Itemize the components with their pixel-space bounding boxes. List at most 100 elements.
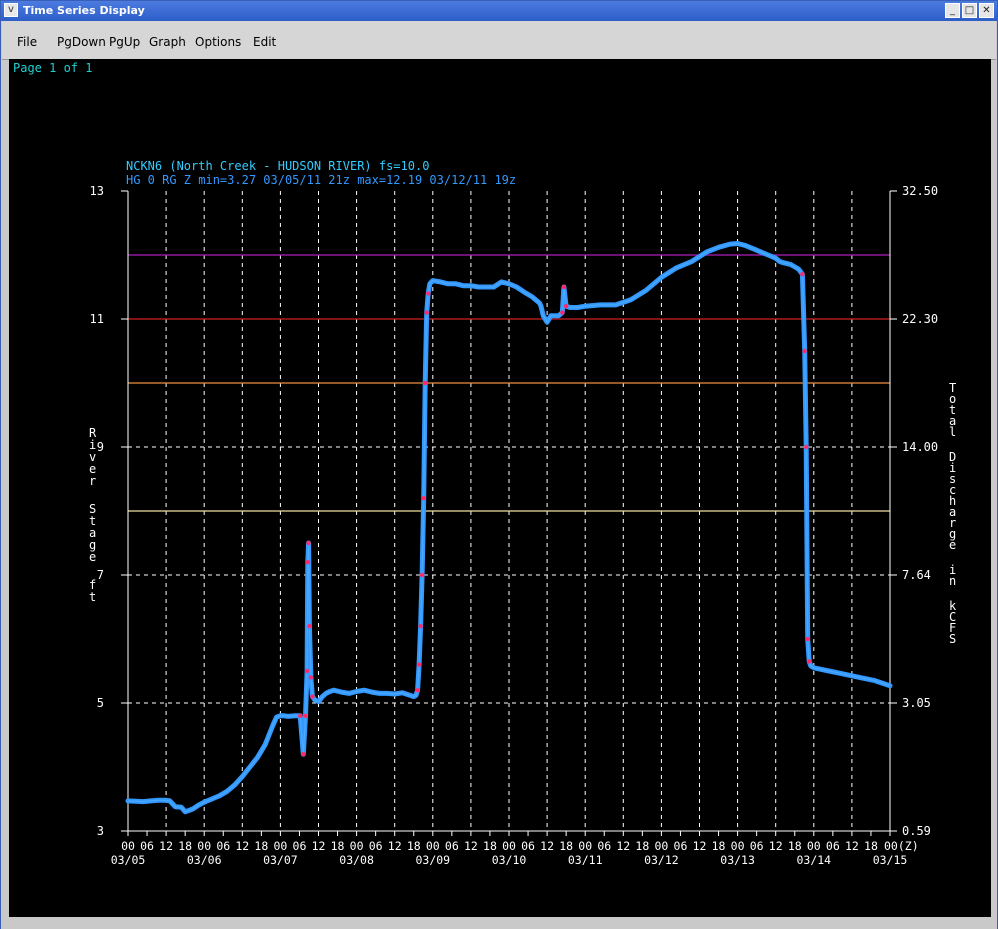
menu-pgup[interactable]: PgUp: [109, 35, 140, 49]
x-date-label: 03/12: [644, 853, 679, 867]
data-point: [424, 310, 429, 315]
y-tick-label: 7: [97, 568, 104, 582]
data-point: [800, 272, 805, 277]
minimize-button[interactable]: _: [945, 3, 960, 18]
x-hour-label: 06: [293, 839, 307, 853]
x-hour-label: 00: [578, 839, 592, 853]
data-point: [560, 310, 565, 315]
x-hour-label: 18: [331, 839, 345, 853]
close-button[interactable]: ✕: [979, 3, 994, 18]
data-point: [416, 662, 422, 667]
x-hour-label: 06: [674, 839, 688, 853]
window-bottom-border: [1, 918, 997, 929]
y-tick-label: 9: [97, 440, 104, 454]
chart-title: NCKN6 (North Creek - HUDSON RIVER) fs=10…: [126, 159, 429, 173]
x-hour-label: 18: [254, 839, 268, 853]
menu-pgdown[interactable]: PgDown: [57, 35, 106, 49]
x-hour-label: 12: [540, 839, 554, 853]
x-hour-label: 12: [159, 839, 173, 853]
x-hour-label: 12: [845, 839, 859, 853]
x-hour-label: 18: [483, 839, 497, 853]
x-hour-label: 06: [521, 839, 535, 853]
x-date-label: 03/09: [415, 853, 450, 867]
x-date-label: 03/08: [339, 853, 374, 867]
x-date-label: 03/15: [873, 853, 908, 867]
x-date-label: 03/05: [111, 853, 146, 867]
hydrograph-chart[interactable]: Page 1 of 1 NCKN6 (North Creek - HUDSON …: [9, 59, 991, 917]
data-point: [418, 624, 423, 629]
menu-options[interactable]: Options: [195, 35, 241, 49]
plot-area[interactable]: Page 1 of 1 NCKN6 (North Creek - HUDSON …: [9, 59, 991, 917]
y-tick-label: 5: [97, 696, 104, 710]
data-point: [805, 636, 810, 642]
y2-axis-title: TotalDischargeinkCFS: [949, 381, 957, 646]
x-hour-label: 18: [712, 839, 726, 853]
menu-bar: File PgDown PgUp Graph Options Edit: [2, 21, 996, 60]
chart-subtitle: HG 0 RG Z min=3.27 03/05/11 21z max=12.1…: [126, 173, 516, 187]
x-date-label: 03/07: [263, 853, 298, 867]
y2-tick-label: 7.64: [902, 568, 931, 582]
data-point: [563, 304, 569, 309]
y2-tick-label: 14.00: [902, 440, 938, 454]
y-tick-label: 11: [90, 312, 104, 326]
window-title: Time Series Display: [23, 4, 145, 17]
y2-tick-label: 0.59: [902, 824, 931, 838]
x-hour-label: 12: [388, 839, 402, 853]
y-axis-title: RiverStageft: [89, 426, 97, 604]
x-hour-label: 18: [864, 839, 878, 853]
menu-edit[interactable]: Edit: [253, 35, 276, 49]
x-hour-label: 00: [654, 839, 668, 853]
data-point: [310, 694, 315, 699]
x-date-label: 03/13: [720, 853, 755, 867]
data-point: [802, 348, 807, 354]
y-tick-label: 13: [90, 184, 104, 198]
x-hour-label: 00(Z): [884, 839, 919, 853]
x-hour-label: 00: [731, 839, 745, 853]
x-hour-label: 06: [140, 839, 154, 853]
app-window: v Time Series Display _ □ ✕ File PgDown …: [0, 0, 998, 929]
x-hour-label: 00: [273, 839, 287, 853]
x-hour-label: 12: [769, 839, 783, 853]
menu-graph[interactable]: Graph: [149, 35, 186, 49]
x-hour-label: 00: [502, 839, 516, 853]
data-point: [426, 291, 431, 296]
data-point: [415, 688, 420, 693]
data-point: [803, 444, 809, 450]
x-hour-label: 18: [635, 839, 649, 853]
x-hour-label: 12: [464, 839, 478, 853]
x-hour-label: 00: [807, 839, 821, 853]
data-point: [303, 713, 308, 718]
x-hour-label: 00: [350, 839, 364, 853]
menu-file[interactable]: File: [17, 35, 37, 49]
x-hour-label: 18: [559, 839, 573, 853]
data-point: [301, 752, 306, 757]
x-date-label: 03/06: [187, 853, 222, 867]
x-date-label: 03/11: [568, 853, 603, 867]
x-hour-label: 06: [216, 839, 230, 853]
x-hour-label: 00: [121, 839, 135, 853]
window-menu-icon[interactable]: v: [4, 3, 18, 17]
data-point: [807, 659, 812, 664]
data-point: [419, 572, 425, 578]
data-point: [307, 624, 312, 629]
data-point: [304, 668, 310, 674]
x-hour-label: 12: [693, 839, 707, 853]
data-point: [561, 284, 567, 290]
data-point: [421, 496, 426, 501]
y2-tick-label: 3.05: [902, 696, 931, 710]
x-hour-label: 06: [826, 839, 840, 853]
x-hour-label: 18: [788, 839, 802, 853]
x-date-label: 03/14: [796, 853, 831, 867]
x-hour-label: 00: [426, 839, 440, 853]
maximize-button[interactable]: □: [962, 3, 977, 18]
x-hour-label: 06: [597, 839, 611, 853]
data-point: [308, 675, 314, 680]
y2-tick-label: 22.30: [902, 312, 938, 326]
title-bar[interactable]: v Time Series Display _ □ ✕: [1, 1, 997, 21]
page-indicator: Page 1 of 1: [13, 61, 92, 75]
data-point: [298, 713, 303, 718]
data-point: [306, 540, 311, 546]
x-hour-label: 12: [616, 839, 630, 853]
x-hour-label: 12: [235, 839, 249, 853]
y2-tick-label: 32.50: [902, 184, 938, 198]
